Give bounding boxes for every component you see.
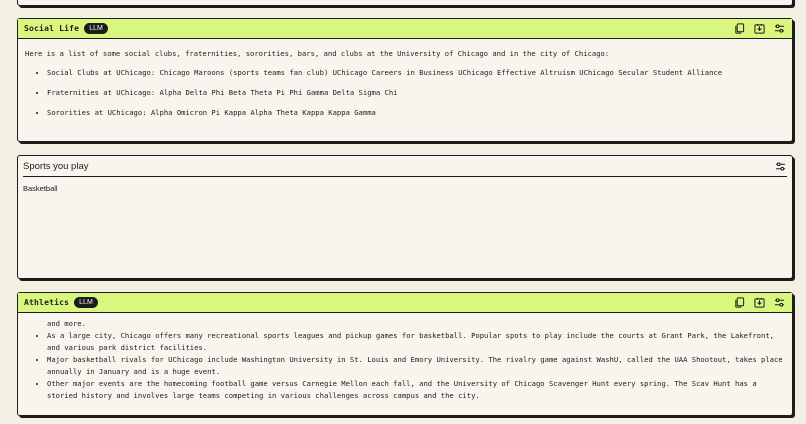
list-item: Other major events are the homecoming fo… — [47, 378, 784, 402]
continuation-text: and more. — [47, 319, 86, 328]
card-title: Athletics — [24, 298, 70, 307]
list-item: Major basketball rivals for UChicago inc… — [47, 354, 784, 378]
card-title: Social Life — [24, 24, 80, 33]
social-life-card: Social Life LLM Here is a list of some s… — [17, 18, 793, 142]
settings-sliders-icon[interactable] — [774, 160, 787, 173]
list-item: Sororities at UChicago: Alpha Omicron Pi… — [47, 107, 792, 119]
previous-card-edge — [17, 0, 793, 6]
list-item: Fraternities at UChicago: Alpha Delta Ph… — [47, 87, 792, 99]
sports-card: Sports you play Basketball — [17, 155, 793, 279]
copy-icon[interactable] — [733, 22, 746, 35]
athletics-list: As a large city, Chicago offers many rec… — [25, 330, 784, 402]
intro-text: Here is a list of some social clubs, fra… — [25, 49, 610, 58]
page: Social Life LLM Here is a list of some s… — [0, 0, 806, 424]
athletics-content[interactable]: and more. As a large city, Chicago offer… — [18, 313, 792, 414]
social-life-header: Social Life LLM — [18, 19, 792, 39]
sports-title: Sports you play — [23, 160, 89, 172]
settings-sliders-icon[interactable] — [773, 22, 786, 35]
social-list: Social Clubs at UChicago: Chicago Maroon… — [25, 67, 792, 119]
list-item: Social Clubs at UChicago: Chicago Maroon… — [47, 67, 792, 79]
llm-badge: LLM — [74, 297, 98, 308]
athletics-card: Athletics LLM and more. • As a large cit… — [17, 292, 793, 416]
social-life-content: Here is a list of some social clubs, fra… — [18, 39, 792, 119]
settings-sliders-icon[interactable] — [773, 296, 786, 309]
athletics-header: Athletics LLM — [18, 293, 792, 313]
sports-value[interactable]: Basketball — [23, 184, 792, 193]
save-icon[interactable] — [753, 22, 766, 35]
copy-icon[interactable] — [733, 296, 746, 309]
save-icon[interactable] — [753, 296, 766, 309]
llm-badge: LLM — [84, 23, 108, 34]
sports-header: Sports you play — [23, 156, 787, 177]
list-item: As a large city, Chicago offers many rec… — [47, 330, 784, 354]
